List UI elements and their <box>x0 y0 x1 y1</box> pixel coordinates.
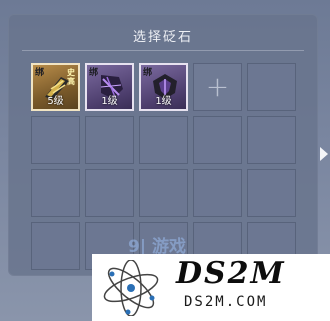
empty-slot[interactable] <box>85 169 134 217</box>
site-url: DS2M.COM <box>184 294 268 310</box>
site-logo-text: DS2M <box>176 256 286 291</box>
empty-slot[interactable] <box>247 116 296 164</box>
atom-logo-icon <box>103 260 159 316</box>
empty-slot[interactable] <box>31 116 80 164</box>
chevron-right-icon[interactable] <box>320 147 328 161</box>
empty-slot[interactable] <box>193 116 242 164</box>
dialog-title: 选择砭石 <box>132 30 193 45</box>
empty-slot[interactable] <box>193 169 242 217</box>
add-stone-slot[interactable]: + <box>193 63 242 111</box>
stone-slot-3[interactable]: 绑 1级 <box>139 63 188 111</box>
stone-slot-2[interactable]: 绑 1级 <box>85 63 134 111</box>
empty-slot[interactable] <box>139 169 188 217</box>
site-watermark: DS2M DS2M.COM <box>92 254 330 321</box>
stone-level: 5级 <box>47 96 64 107</box>
stone-level: 1级 <box>155 96 172 107</box>
empty-slot[interactable] <box>247 63 296 111</box>
empty-slot[interactable] <box>247 169 296 217</box>
empty-slot[interactable] <box>31 169 80 217</box>
stone-slot-1[interactable]: 绑 史高 5级 <box>31 63 80 111</box>
stone-level: 1级 <box>101 96 118 107</box>
title-divider <box>22 50 304 51</box>
empty-slot[interactable] <box>31 222 80 270</box>
empty-slot[interactable] <box>85 116 134 164</box>
empty-slot[interactable] <box>139 116 188 164</box>
plus-icon: + <box>205 70 230 103</box>
